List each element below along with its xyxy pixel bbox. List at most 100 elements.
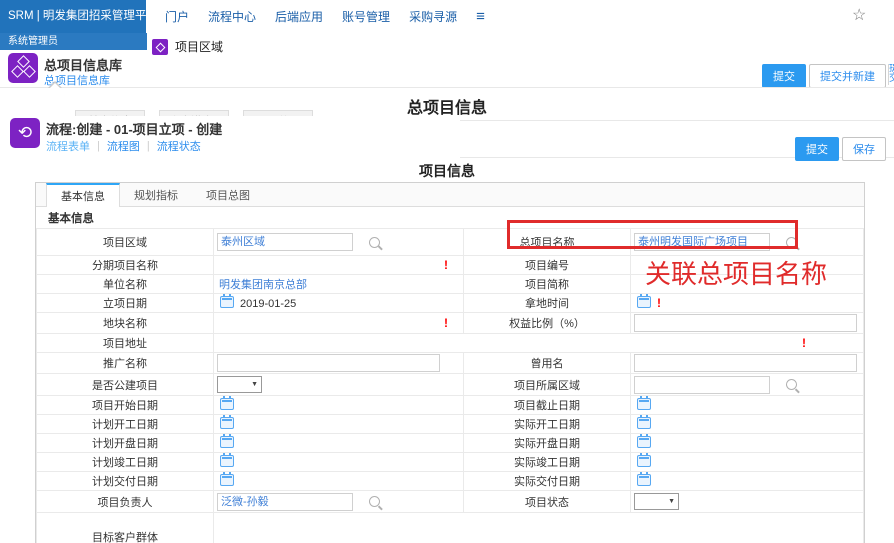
field-label: 计划开工日期 xyxy=(37,415,214,434)
text-value[interactable] xyxy=(217,336,219,348)
chevron-down-icon: ▼ xyxy=(668,498,675,505)
field-label: 曾用名 xyxy=(464,353,631,374)
field-label: 计划竣工日期 xyxy=(37,453,214,472)
field-cell: ! xyxy=(214,313,464,334)
select-input[interactable]: ▼ xyxy=(634,493,679,510)
search-icon[interactable] xyxy=(369,496,380,507)
text-value: 明发集团南京总部 xyxy=(217,279,307,291)
lookup-input[interactable]: 泛微-孙毅 xyxy=(217,493,353,511)
submit-and-new-button[interactable]: 提交并新建 xyxy=(809,64,886,88)
lookup-input[interactable]: 泰州区域 xyxy=(217,233,353,251)
flow-submit-button[interactable]: 提交 xyxy=(795,137,839,161)
calendar-icon[interactable] xyxy=(637,436,651,448)
text-value[interactable] xyxy=(217,316,219,328)
calendar-icon[interactable] xyxy=(220,417,234,429)
annotation-text: 关联总项目名称 xyxy=(645,254,827,291)
calendar-icon[interactable] xyxy=(637,455,651,467)
module-tab-project-area[interactable]: 项目区域 xyxy=(152,38,223,55)
field-label: 分期项目名称 xyxy=(37,256,214,275)
user-role: 系统管理员 xyxy=(0,33,147,50)
module-tab-label: 项目区域 xyxy=(175,38,223,55)
field-cell xyxy=(214,472,464,491)
divider xyxy=(0,87,894,88)
search-icon[interactable] xyxy=(369,237,380,248)
field-label: 地块名称 xyxy=(37,313,214,334)
calendar-icon[interactable] xyxy=(637,398,651,410)
calendar-icon[interactable] xyxy=(220,296,234,308)
form-row: 推广名称曾用名 xyxy=(37,353,864,374)
field-label: 项目状态 xyxy=(464,491,631,513)
form-row: 立项日期2019-01-25拿地时间! xyxy=(37,294,864,313)
form-tab-2[interactable]: 项目总图 xyxy=(192,184,264,206)
form-tab-0[interactable]: 基本信息 xyxy=(46,183,120,207)
field-cell: 泛微-孙毅 xyxy=(214,491,464,513)
form-row: 计划竣工日期实际竣工日期 xyxy=(37,453,864,472)
calendar-icon[interactable] xyxy=(637,417,651,429)
overflow-cutoff-button[interactable]: 提交 xyxy=(888,64,894,85)
calendar-icon[interactable] xyxy=(220,398,234,410)
field-label: 项目编号 xyxy=(464,256,631,275)
required-mark: ! xyxy=(444,258,448,272)
calendar-icon[interactable] xyxy=(637,296,651,308)
header-buttons: 提交 提交并新建 xyxy=(762,64,886,88)
flow-save-button[interactable]: 保存 xyxy=(842,137,886,161)
field-label: 单位名称 xyxy=(37,275,214,294)
field-cell xyxy=(631,313,864,334)
text-input[interactable] xyxy=(634,314,857,332)
app-cubes-icon xyxy=(8,53,38,83)
text-value[interactable] xyxy=(634,278,636,290)
field-label: 实际交付日期 xyxy=(464,472,631,491)
flow-swirl-icon: ⟲ xyxy=(10,118,40,148)
nav-item-0[interactable]: 门户 xyxy=(165,8,189,25)
field-cell: 明发集团南京总部 xyxy=(214,275,464,294)
field-cell: ▼ xyxy=(214,374,464,396)
field-label: 项目截止日期 xyxy=(464,396,631,415)
calendar-icon[interactable] xyxy=(220,455,234,467)
field-cell: ! xyxy=(631,294,864,313)
form-title: 项目信息 xyxy=(0,161,894,181)
calendar-icon[interactable] xyxy=(637,474,651,486)
form-row: 计划开工日期实际开工日期 xyxy=(37,415,864,434)
form-row: 计划开盘日期实际开盘日期 xyxy=(37,434,864,453)
field-cell: ▼ xyxy=(631,491,864,513)
nav-item-3[interactable]: 账号管理 xyxy=(342,8,390,25)
field-cell xyxy=(631,472,864,491)
calendar-icon[interactable] xyxy=(220,436,234,448)
page: SRM | 明发集团招采管理平台 系统管理员 门户流程中心后端应用账号管理采购寻… xyxy=(0,0,894,543)
form-row: 项目开始日期项目截止日期 xyxy=(37,396,864,415)
menu-icon[interactable]: ≡ xyxy=(476,8,485,25)
chevron-down-icon: ▼ xyxy=(251,381,258,388)
top-nav: 门户 流程中心 后端应用 账号管理 采购寻源 ≡ xyxy=(165,0,485,33)
required-mark: ! xyxy=(657,296,661,310)
form-tab-1[interactable]: 规划指标 xyxy=(120,184,192,206)
search-icon[interactable] xyxy=(786,379,797,390)
nav-item-4[interactable]: 采购寻源 xyxy=(409,8,457,25)
flow-links: 流程表单|流程图|流程状态 xyxy=(46,138,201,154)
nav-item-2[interactable]: 后端应用 xyxy=(275,8,323,25)
form-row: 计划交付日期 实际交付日期 xyxy=(37,472,864,491)
text-value[interactable] xyxy=(217,258,219,270)
field-label: 计划开盘日期 xyxy=(37,434,214,453)
favorite-star-icon[interactable]: ☆ xyxy=(852,5,866,25)
submit-button[interactable]: 提交 xyxy=(762,64,806,88)
nav-item-1[interactable]: 流程中心 xyxy=(208,8,256,25)
field-label: 拿地时间 xyxy=(464,294,631,313)
flow-link-0[interactable]: 流程表单 xyxy=(46,138,90,154)
form-row: 目标客户群体 xyxy=(37,513,864,543)
select-input[interactable]: ▼ xyxy=(217,376,262,393)
lookup-input[interactable] xyxy=(634,376,770,394)
flow-link-separator: | xyxy=(97,140,100,152)
calendar-icon[interactable] xyxy=(220,474,234,486)
date-value: 2019-01-25 xyxy=(240,298,296,310)
field-label: 目标客户群体 xyxy=(37,513,214,543)
flow-link-2[interactable]: 流程状态 xyxy=(157,138,201,154)
text-input[interactable] xyxy=(217,354,440,372)
field-label: 计划交付日期 xyxy=(37,472,214,491)
text-input[interactable] xyxy=(634,354,857,372)
form-row: 项目负责人泛微-孙毅项目状态▼ xyxy=(37,491,864,513)
field-cell xyxy=(214,353,464,374)
text-value[interactable] xyxy=(634,259,636,271)
field-cell xyxy=(214,434,464,453)
flow-link-1[interactable]: 流程图 xyxy=(107,138,140,154)
field-label: 项目所属区域 xyxy=(464,374,631,396)
